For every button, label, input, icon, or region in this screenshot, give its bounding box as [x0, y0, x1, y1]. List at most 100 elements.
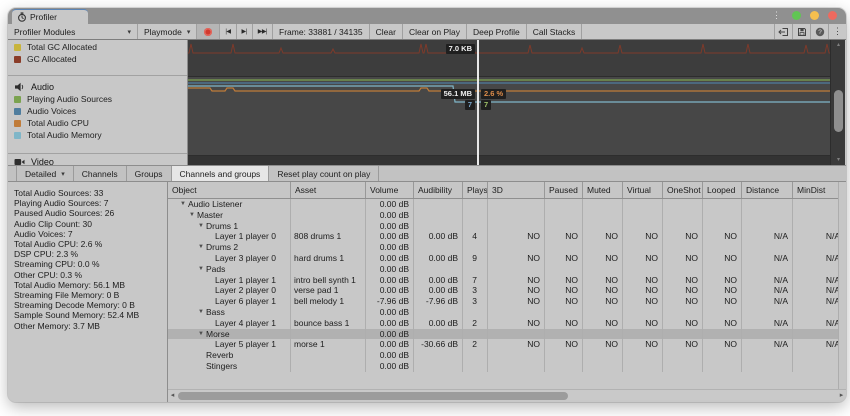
cell-virtual: NO [623, 318, 663, 329]
cell-looped: NO [703, 253, 742, 264]
scroll-down-icon[interactable]: ▾ [831, 156, 846, 164]
table-row[interactable]: ▼Layer 5 player 1morse 10.00 dB-30.66 dB… [168, 339, 846, 350]
toolbar-menu-button[interactable]: ⋮ [828, 24, 846, 39]
video-module-header[interactable]: Video [14, 157, 54, 165]
cell-object: ▼Bass [168, 307, 291, 318]
legend-item[interactable]: Audio Voices [8, 105, 187, 117]
table-row[interactable]: ▼Layer 3 player 0hard drums 10.00 dB0.00… [168, 253, 846, 264]
chart-vertical-scrollbar[interactable]: ▴ ▾ [830, 40, 845, 165]
scroll-right-icon[interactable]: ▸ [837, 390, 846, 401]
cell-object: ▼Layer 5 player 1 [168, 339, 291, 350]
expander-icon[interactable]: ▼ [198, 264, 206, 275]
legend-item[interactable]: Total GC Allocated [8, 41, 187, 53]
detail-toolbar: Detailed ▾ Channels Groups Channels and … [8, 165, 846, 182]
chart-scrollbar-thumb[interactable] [834, 90, 843, 132]
table-row[interactable]: ▼Reverb0.00 dB [168, 350, 846, 361]
expander-icon[interactable]: ▼ [198, 329, 206, 340]
table-row[interactable]: ▼Drums 20.00 dB [168, 242, 846, 253]
scroll-up-icon[interactable]: ▴ [831, 41, 846, 49]
expander-icon[interactable]: ▼ [189, 210, 197, 221]
table-row[interactable]: ▼Layer 4 player 1bounce bass 10.00 dB0.0… [168, 318, 846, 329]
expander-icon[interactable]: ▼ [198, 221, 206, 232]
record-button[interactable] [197, 24, 220, 39]
column-header[interactable]: Volume [366, 182, 414, 198]
detailed-dropdown[interactable]: Detailed ▾ [16, 166, 74, 181]
scroll-left-icon[interactable]: ◂ [168, 390, 177, 401]
window-button-green[interactable] [792, 11, 801, 20]
table-row[interactable]: ▼Master0.00 dB [168, 210, 846, 221]
column-header[interactable]: Plays [463, 182, 488, 198]
legend-item[interactable]: GC Allocated [8, 53, 187, 65]
audio-module-header[interactable]: Audio [14, 82, 54, 92]
cell-looped [703, 350, 742, 361]
cell-asset [291, 307, 366, 318]
cell-oneshot: NO [663, 275, 703, 286]
prev-frame-button[interactable]: |◀ [220, 24, 236, 39]
clear-on-play-button[interactable]: Clear on Play [403, 24, 467, 39]
cell-muted: NO [583, 285, 623, 296]
column-header[interactable]: Audibility [414, 182, 463, 198]
profiler-window: Profiler ⋮ Profiler Modules ▾ Playmode ▾ [8, 8, 846, 402]
clear-button[interactable]: Clear [370, 24, 403, 39]
column-header[interactable]: Distance [742, 182, 793, 198]
column-header[interactable]: Paused [545, 182, 583, 198]
cell-d3: NO [488, 296, 545, 307]
load-profile-button[interactable] [774, 24, 792, 39]
expander-icon[interactable]: ▼ [180, 199, 188, 210]
current-frame-button[interactable]: ▶▶| [253, 24, 273, 39]
column-header[interactable]: OneShot [663, 182, 703, 198]
expander-icon[interactable]: ▼ [198, 307, 206, 318]
window-button-red[interactable] [828, 11, 837, 20]
next-frame-button[interactable]: ▶| [237, 24, 253, 39]
window-button-yellow[interactable] [810, 11, 819, 20]
table-row[interactable]: ▼Audio Listener0.00 dB [168, 199, 846, 210]
table-row[interactable]: ▼Layer 2 player 0verse pad 10.00 dB0.00 … [168, 285, 846, 296]
object-label: Layer 1 player 1 [215, 275, 276, 286]
tab-channels[interactable]: Channels [74, 166, 127, 181]
column-header[interactable]: Muted [583, 182, 623, 198]
legend-item[interactable]: Total Audio CPU [8, 117, 187, 129]
column-header[interactable]: Looped [703, 182, 742, 198]
playhead[interactable] [477, 40, 479, 165]
video-chart [188, 156, 830, 165]
reset-play-count-button[interactable]: Reset play count on play [269, 166, 379, 181]
table-row[interactable]: ▼Layer 1 player 1intro bell synth 10.00 … [168, 275, 846, 286]
stat-line: Total Audio Sources: 33 [14, 188, 167, 198]
column-header[interactable]: Asset [291, 182, 366, 198]
cell-virtual: NO [623, 275, 663, 286]
table-horizontal-scrollbar[interactable]: ◂ ▸ [168, 389, 846, 400]
help-button[interactable]: ? [810, 24, 828, 39]
cell-d3 [488, 329, 545, 340]
chart-area[interactable]: 7.0 KB 56.1 MB 2.6 % 7 7 [188, 40, 830, 165]
cell-audibility [414, 307, 463, 318]
tab-groups[interactable]: Groups [127, 166, 172, 181]
profiler-modules-dropdown[interactable]: Profiler Modules ▾ [8, 24, 138, 39]
column-header[interactable]: Object [168, 182, 291, 198]
table-row[interactable]: ▼Stingers0.00 dB [168, 361, 846, 372]
cell-volume: 0.00 dB [366, 242, 414, 253]
table-row[interactable]: ▼Bass0.00 dB [168, 307, 846, 318]
column-header[interactable]: Virtual [623, 182, 663, 198]
table-row[interactable]: ▼Drums 10.00 dB [168, 221, 846, 232]
save-profile-button[interactable] [792, 24, 810, 39]
legend-item[interactable]: Total Audio Memory [8, 129, 187, 141]
column-header[interactable]: 3D [488, 182, 545, 198]
cell-muted [583, 307, 623, 318]
legend-item[interactable]: Playing Audio Sources [8, 93, 187, 105]
titlebar-kebab-icon[interactable]: ⋮ [772, 11, 781, 20]
table-row[interactable]: ▼Pads0.00 dB [168, 264, 846, 275]
expander-icon[interactable]: ▼ [198, 242, 206, 253]
cell-distance: N/A [742, 296, 793, 307]
object-label: Bass [206, 307, 225, 318]
screen: Profiler ⋮ Profiler Modules ▾ Playmode ▾ [0, 0, 850, 416]
call-stacks-button[interactable]: Call Stacks [527, 24, 583, 39]
table-row[interactable]: ▼Layer 6 player 1bell melody 1-7.96 dB-7… [168, 296, 846, 307]
tab-channels-and-groups[interactable]: Channels and groups [172, 166, 270, 181]
tab-profiler[interactable]: Profiler [12, 9, 88, 24]
deep-profile-button[interactable]: Deep Profile [467, 24, 527, 39]
table-row[interactable]: ▼Layer 1 player 0808 drums 10.00 dB0.00 … [168, 231, 846, 242]
cell-object: ▼Layer 4 player 1 [168, 318, 291, 329]
table-scrollbar-thumb[interactable] [178, 392, 568, 400]
table-row[interactable]: ▼Morse0.00 dB [168, 329, 846, 340]
playmode-dropdown[interactable]: Playmode ▾ [138, 24, 197, 39]
